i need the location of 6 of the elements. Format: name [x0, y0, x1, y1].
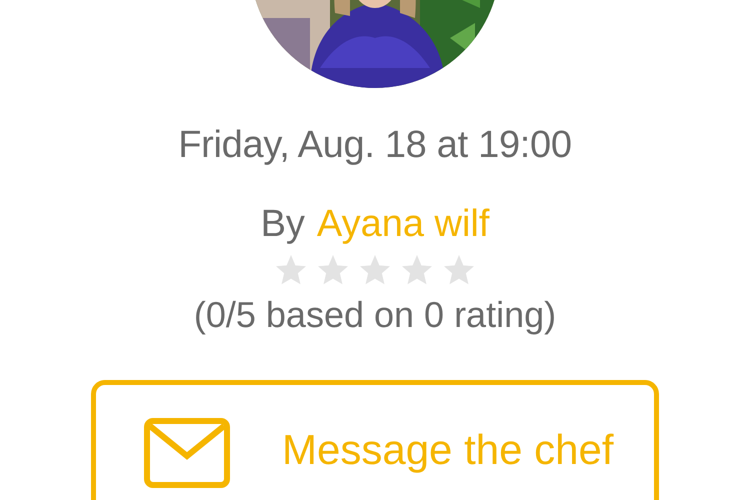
- chef-name-link[interactable]: Ayana wilf: [316, 203, 490, 246]
- event-date: Friday, Aug. 18 at 19:00: [178, 124, 572, 167]
- rating-summary: (0/5 based on 0 rating): [194, 294, 556, 336]
- by-label: By: [260, 203, 305, 246]
- mail-icon: [144, 418, 230, 488]
- message-chef-button[interactable]: Message the chef: [91, 380, 659, 500]
